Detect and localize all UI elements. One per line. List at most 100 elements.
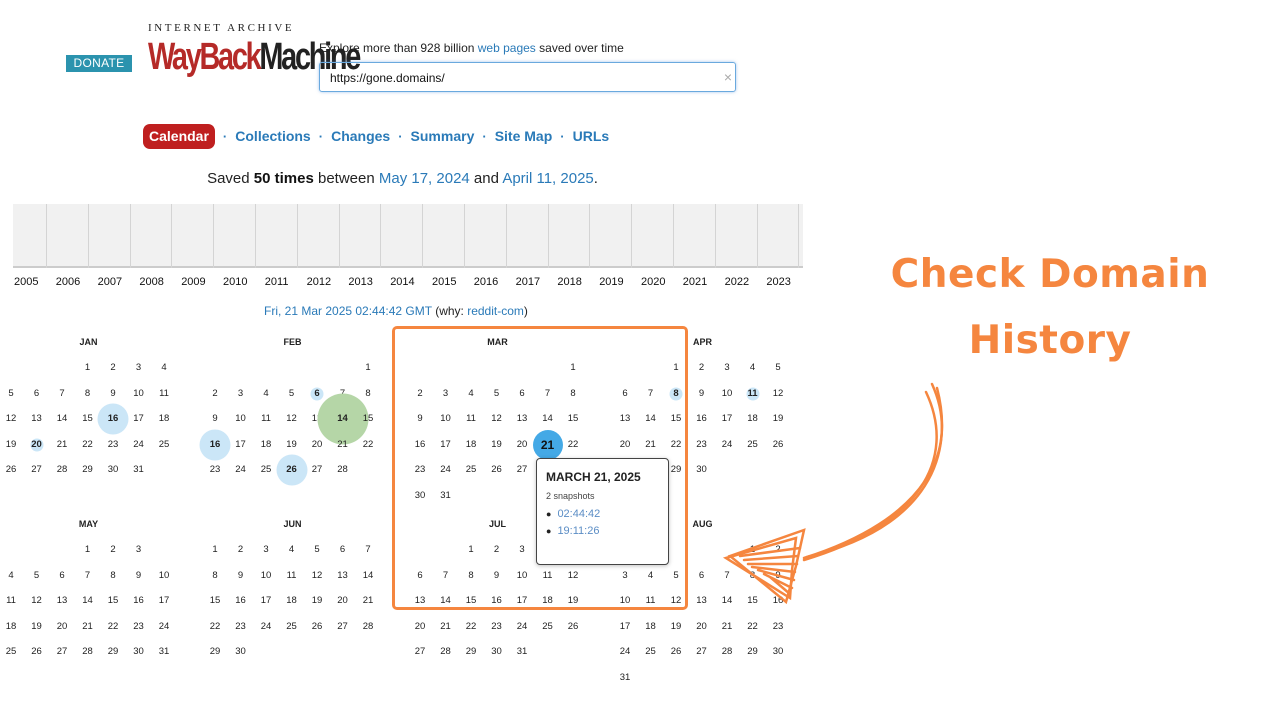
year-label[interactable]: 2014 (390, 276, 414, 288)
year-label[interactable]: 2018 (557, 276, 581, 288)
calendar-day: 24 (133, 438, 144, 450)
calendar-day: 10 (133, 387, 144, 399)
calendar-day: 5 (8, 387, 14, 399)
calendar-day: 7 (365, 544, 371, 555)
calendar-day: 1 (212, 544, 218, 555)
year-divider (296, 204, 298, 268)
tab-urls[interactable]: URLs (573, 128, 610, 144)
calendar-day[interactable]: 20 (24, 438, 50, 452)
year-divider (714, 204, 716, 268)
calendar-day: 19 (5, 438, 17, 450)
calendar-day: 12 (31, 595, 42, 607)
year-label[interactable]: 2010 (223, 276, 247, 288)
calendar-day: 21 (721, 620, 733, 632)
capture-summary: Saved 50 times between May 17, 2024 and … (207, 170, 598, 187)
year-divider (129, 204, 131, 268)
calendar-day: 2 (110, 544, 116, 555)
nav-separator: · (482, 128, 487, 144)
year-label[interactable]: 2017 (516, 276, 540, 288)
calendar-day: 23 (107, 438, 119, 450)
calendar-day: 4 (288, 544, 295, 555)
year-divider (798, 204, 800, 268)
calendar-day[interactable]: 16 (100, 412, 126, 426)
calendar-day: 12 (286, 413, 297, 425)
nav-separator: · (398, 128, 403, 144)
calendar-day: 22 (107, 620, 119, 632)
calendar-day: 26 (5, 464, 17, 476)
capture-sparkline[interactable] (13, 204, 803, 268)
calendar-day: 20 (56, 620, 68, 632)
year-label[interactable]: 2013 (348, 276, 372, 288)
year-label[interactable]: 2019 (599, 276, 623, 288)
calendar-day: 17 (158, 595, 170, 607)
year-label[interactable]: 2006 (56, 276, 80, 288)
calendar-day: 15 (107, 595, 119, 607)
calendar-day: 3 (263, 544, 269, 555)
month-title: FEB (283, 337, 302, 347)
calendar-day: 5 (33, 569, 40, 581)
calendar-day: 10 (260, 569, 272, 581)
tab-calendar[interactable]: Calendar (143, 123, 215, 149)
calendar-day: 1 (365, 362, 371, 373)
calendar-day[interactable]: 16 (202, 438, 228, 452)
snapshot-link[interactable]: ● 19:11:26 (546, 525, 599, 537)
calendar-day: 22 (362, 438, 374, 450)
nav-tabs: Calendar · Collections · Changes · Summa… (143, 123, 609, 149)
year-divider (171, 204, 173, 268)
calendar-day: 31 (516, 646, 528, 658)
year-label[interactable]: 2011 (265, 276, 289, 288)
calendar-day: 3 (135, 544, 142, 555)
year-divider (673, 204, 674, 268)
calendar-day: 19 (670, 620, 682, 632)
year-label[interactable]: 2008 (139, 276, 163, 288)
year-label[interactable]: 2007 (98, 276, 122, 288)
first-capture-link[interactable]: May 17, 2024 (379, 170, 470, 187)
url-search-input[interactable]: https://gone.domains/ × (319, 62, 736, 92)
calendar-day: 18 (260, 438, 272, 450)
calendar-day: 4 (8, 569, 14, 581)
year-label[interactable]: 2012 (307, 276, 331, 288)
calendar-day: 27 (414, 646, 426, 658)
calendar-day: 23 (133, 620, 144, 632)
year-label[interactable]: 2021 (683, 276, 707, 288)
calendar-day: 28 (721, 646, 733, 658)
calendar-day: 14 (56, 413, 68, 425)
year-label[interactable]: 2022 (725, 276, 749, 288)
calendar-day: 17 (133, 413, 144, 425)
annotation-heading: Check Domain (890, 252, 1210, 297)
tab-site-map[interactable]: Site Map (495, 128, 553, 144)
calendar-day: 31 (619, 672, 631, 683)
tab-changes[interactable]: Changes (331, 128, 390, 144)
calendar-day: 14 (82, 595, 93, 607)
web-pages-link[interactable]: web pages (478, 41, 536, 55)
last-capture-link[interactable]: April 11, 2025 (502, 170, 593, 187)
tab-collections[interactable]: Collections (235, 128, 310, 144)
clear-icon[interactable]: × (724, 69, 732, 85)
capture-timestamp-link[interactable]: Fri, 21 Mar 2025 02:44:42 GMT (264, 304, 432, 318)
calendar-day: 6 (59, 569, 65, 581)
tagline: Explore more than 928 billion web pages … (319, 41, 624, 55)
wayback-logo[interactable]: INTERNET ARCHIVE WayBackMachine (148, 22, 361, 82)
calendar-day: 11 (159, 387, 169, 399)
year-label[interactable]: 2023 (766, 276, 790, 288)
calendar-day: 9 (212, 413, 218, 425)
year-label[interactable]: 2015 (432, 276, 456, 288)
snapshot-link[interactable]: ● 02:44:42 (546, 508, 600, 520)
year-divider (547, 204, 549, 268)
calendar-day: 16 (133, 595, 144, 607)
donate-button[interactable]: DONATE (66, 55, 132, 72)
year-label[interactable]: 2005 (14, 276, 38, 288)
calendar-day: 20 (696, 620, 707, 632)
calendar-day: 19 (311, 595, 323, 607)
calendar-day[interactable]: 14 (330, 412, 356, 426)
why-link[interactable]: reddit-com (467, 304, 524, 318)
year-label[interactable]: 2009 (181, 276, 205, 288)
calendar-day[interactable]: 26 (279, 463, 305, 477)
year-label[interactable]: 2016 (474, 276, 498, 288)
year-label[interactable]: 2020 (641, 276, 665, 288)
calendar-day: 25 (5, 646, 17, 658)
tab-summary[interactable]: Summary (411, 128, 475, 144)
tooltip-count: 2 snapshots (546, 491, 595, 501)
calendar-day: 17 (235, 438, 246, 450)
calendar-day: 12 (5, 413, 17, 425)
